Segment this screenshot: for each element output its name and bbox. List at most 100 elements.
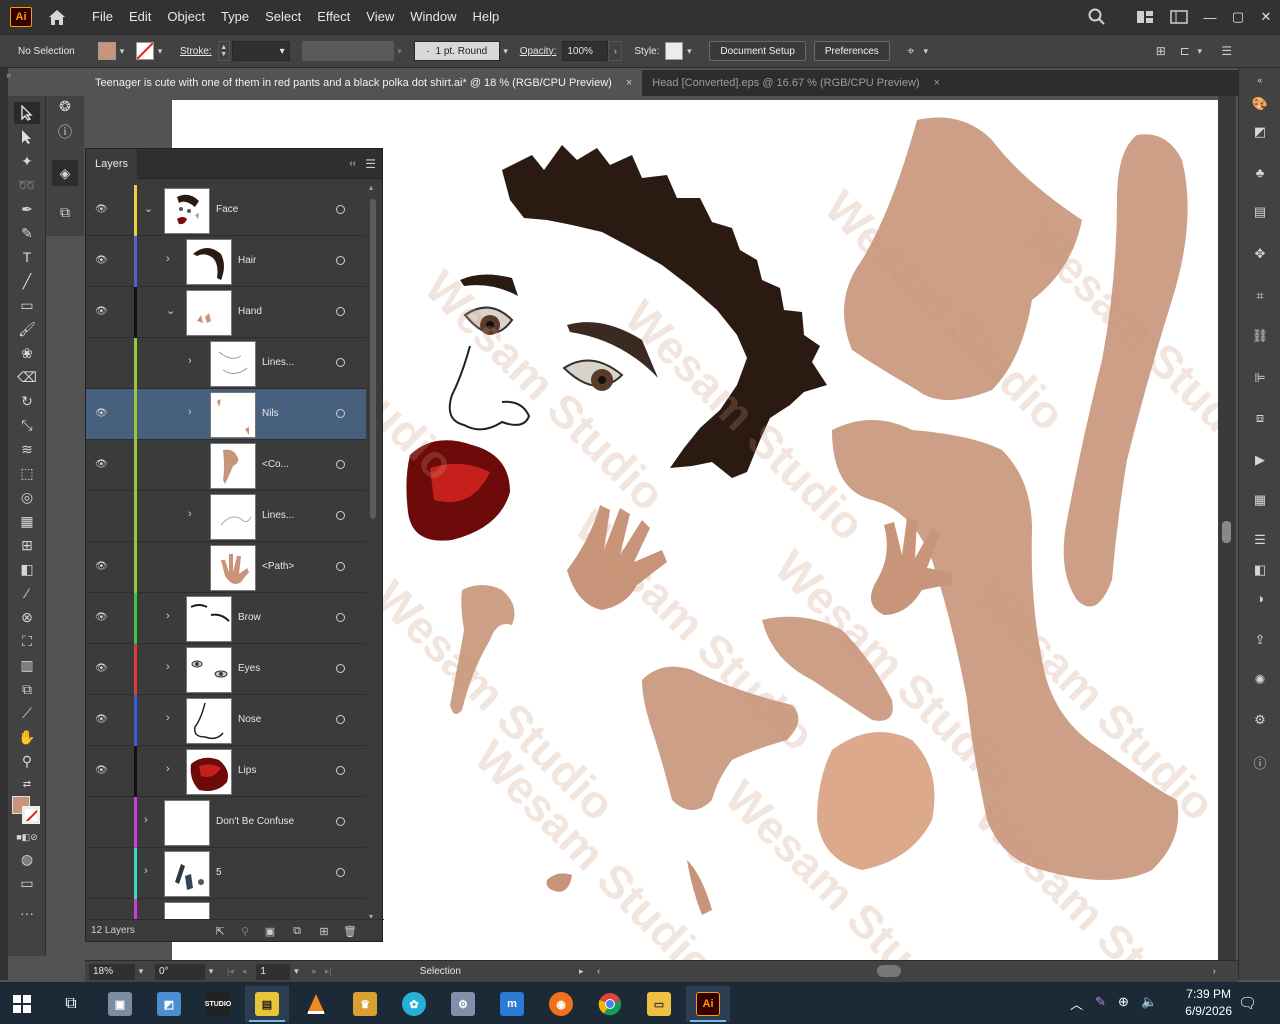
status-menu-arrow-icon[interactable]: ▸ bbox=[579, 966, 584, 977]
eyedropper-tool-icon[interactable]: ⁄ bbox=[14, 582, 40, 604]
selection-tool-icon[interactable] bbox=[14, 102, 40, 124]
artboards-icon[interactable]: ⧉ bbox=[55, 202, 75, 222]
collapse-dock-icon[interactable]: « bbox=[1250, 70, 1270, 90]
magic-wand-tool-icon[interactable]: ✦ bbox=[14, 150, 40, 172]
target-icon[interactable] bbox=[336, 562, 345, 571]
line-segment-tool-icon[interactable]: ╱ bbox=[14, 270, 40, 292]
stroke-swatch[interactable] bbox=[136, 42, 154, 60]
collapse-chevron-icon[interactable]: ⌄ bbox=[166, 304, 178, 318]
fill-swatch[interactable] bbox=[98, 42, 116, 60]
menu-view[interactable]: View bbox=[358, 0, 402, 34]
variable-width-profile[interactable] bbox=[301, 41, 394, 61]
taskbar-app-8[interactable]: ⚙ bbox=[441, 986, 485, 1022]
collapse-chevron-icon[interactable]: ⌄ bbox=[144, 202, 156, 216]
expand-chevron-icon[interactable]: › bbox=[166, 610, 178, 624]
visibility-eye-icon[interactable]: 👁 bbox=[95, 204, 108, 216]
target-icon[interactable] bbox=[336, 817, 345, 826]
target-icon[interactable] bbox=[336, 460, 345, 469]
target-icon[interactable] bbox=[336, 664, 345, 673]
scroll-left-icon[interactable]: ‹ bbox=[597, 966, 600, 977]
expand-chevron-icon[interactable]: › bbox=[188, 508, 200, 522]
artboard-dropdown-icon[interactable]: ▾ bbox=[290, 964, 302, 980]
menu-object[interactable]: Object bbox=[159, 0, 213, 34]
opacity-field[interactable]: 100% bbox=[562, 41, 609, 61]
layer-row-5[interactable]: › 5 bbox=[86, 848, 366, 899]
profile-dropdown-icon[interactable]: ▾ bbox=[394, 43, 406, 59]
quick-actions-icon[interactable]: ⌖ bbox=[902, 43, 920, 59]
layer-row-hand[interactable]: 👁 ⌄ Hand bbox=[86, 287, 366, 338]
collapse-panel-icon[interactable]: ‹‹ bbox=[349, 149, 356, 179]
target-icon[interactable] bbox=[336, 256, 345, 265]
actions-icon[interactable]: ▶ bbox=[1250, 450, 1270, 470]
zoom-field[interactable]: 18% bbox=[89, 963, 135, 980]
horizontal-scrollbar-thumb[interactable] bbox=[877, 965, 901, 977]
symbol-sprayer-tool-icon[interactable]: ⛶ bbox=[14, 630, 40, 652]
color-modes-icon[interactable]: ■◧⊘ bbox=[14, 830, 40, 844]
shape-builder-tool-icon[interactable]: ◎ bbox=[14, 486, 40, 508]
visibility-eye-icon[interactable]: 👁 bbox=[95, 765, 108, 777]
visibility-eye-icon[interactable]: 👁 bbox=[95, 306, 108, 318]
type-tool-icon[interactable]: T bbox=[14, 246, 40, 268]
vlc-icon[interactable] bbox=[294, 986, 338, 1022]
menu-window[interactable]: Window bbox=[402, 0, 464, 34]
puppet-warp-icon[interactable]: ✥ bbox=[1250, 244, 1270, 264]
brush-definition-field[interactable]: · 1 pt. Round bbox=[413, 41, 500, 61]
appearance-icon[interactable]: ✺ bbox=[1250, 670, 1270, 690]
target-icon[interactable] bbox=[336, 511, 345, 520]
expand-chevron-icon[interactable]: › bbox=[166, 763, 178, 777]
swap-fill-stroke-icon[interactable]: ⇄ bbox=[14, 776, 40, 792]
visibility-eye-icon[interactable]: 👁 bbox=[95, 459, 108, 471]
panel-menu-icon[interactable]: ☰ bbox=[365, 149, 376, 179]
new-layer-icon[interactable]: ⊞ bbox=[316, 923, 332, 939]
visibility-eye-icon[interactable]: 👁 bbox=[95, 408, 108, 420]
transparency-icon[interactable]: ◑ bbox=[1250, 588, 1270, 608]
target-icon[interactable] bbox=[336, 613, 345, 622]
libraries-icon[interactable]: ▤ bbox=[1250, 202, 1270, 222]
symbols-icon[interactable]: ♣ bbox=[1250, 162, 1270, 182]
last-artboard-icon[interactable]: ▸| bbox=[325, 966, 332, 977]
previous-artboard-icon[interactable]: ◂ bbox=[242, 966, 247, 977]
layer-row-lines[interactable]: › Lines... bbox=[86, 338, 366, 389]
eraser-tool-icon[interactable]: ⌫ bbox=[14, 366, 40, 388]
hand-tool-icon[interactable]: ✋ bbox=[14, 726, 40, 748]
collapse-toolbar-icon[interactable]: » bbox=[6, 70, 11, 80]
scale-tool-icon[interactable]: ⤡ bbox=[14, 414, 40, 436]
blob-brush-tool-icon[interactable]: ❀ bbox=[14, 342, 40, 364]
swatches-icon[interactable]: ▦ bbox=[1250, 490, 1270, 510]
layer-row-brow[interactable]: 👁 › Brow bbox=[86, 593, 366, 644]
scrollbar-thumb[interactable] bbox=[1222, 521, 1231, 543]
layer-row-nose[interactable]: 👁 › Nose bbox=[86, 695, 366, 746]
target-icon[interactable] bbox=[336, 358, 345, 367]
panel-menu-icon[interactable]: ☰ bbox=[1218, 43, 1236, 59]
taskbar-app-2[interactable]: ◩ bbox=[147, 986, 191, 1022]
free-transform-tool-icon[interactable]: ⬚ bbox=[14, 462, 40, 484]
file-explorer-icon[interactable]: ▭ bbox=[637, 986, 681, 1022]
transform-panel-icon[interactable]: ⌗ bbox=[1250, 286, 1270, 306]
zoom-dropdown-icon[interactable]: ▾ bbox=[135, 964, 147, 980]
target-icon[interactable] bbox=[336, 409, 345, 418]
workspace-switcher-icon[interactable] bbox=[1168, 6, 1190, 28]
color-guide-icon[interactable]: ◩ bbox=[1250, 122, 1270, 142]
asset-export-icon[interactable]: ⇪ bbox=[1250, 630, 1270, 650]
start-button[interactable] bbox=[0, 986, 44, 1022]
expand-chevron-icon[interactable]: › bbox=[188, 355, 200, 369]
first-artboard-icon[interactable]: |◂ bbox=[227, 966, 234, 977]
artboard-number-field[interactable]: 1 bbox=[256, 963, 291, 980]
graphic-style-swatch[interactable] bbox=[665, 42, 684, 60]
tray-overflow-icon[interactable]: ︿ bbox=[1070, 994, 1083, 1013]
system-clock[interactable]: 7:39 PM 6/9/2026 bbox=[1185, 986, 1232, 1020]
pen-tool-icon[interactable]: ✒ bbox=[14, 198, 40, 220]
transform-dropdown-icon[interactable]: ▾ bbox=[1194, 43, 1206, 59]
make-clipping-mask-icon[interactable]: ▣ bbox=[262, 923, 278, 939]
search-icon[interactable] bbox=[1086, 6, 1108, 28]
pathfinder-icon[interactable]: ⧈ bbox=[1250, 408, 1270, 428]
properties-icon[interactable]: ❂ bbox=[55, 96, 75, 116]
layer-row-hair[interactable]: 👁 › Hair bbox=[86, 236, 366, 287]
document-setup-button[interactable]: Document Setup bbox=[709, 41, 806, 61]
tab-head-document[interactable]: Head [Converted].eps @ 16.67 % (RGB/CPU … bbox=[642, 70, 950, 96]
warp-tool-icon[interactable]: ≋ bbox=[14, 438, 40, 460]
next-artboard-icon[interactable]: ▸ bbox=[312, 966, 317, 977]
expand-chevron-icon[interactable]: › bbox=[144, 814, 156, 828]
menu-help[interactable]: Help bbox=[464, 0, 507, 34]
layers-icon[interactable]: ◈ bbox=[52, 160, 78, 186]
